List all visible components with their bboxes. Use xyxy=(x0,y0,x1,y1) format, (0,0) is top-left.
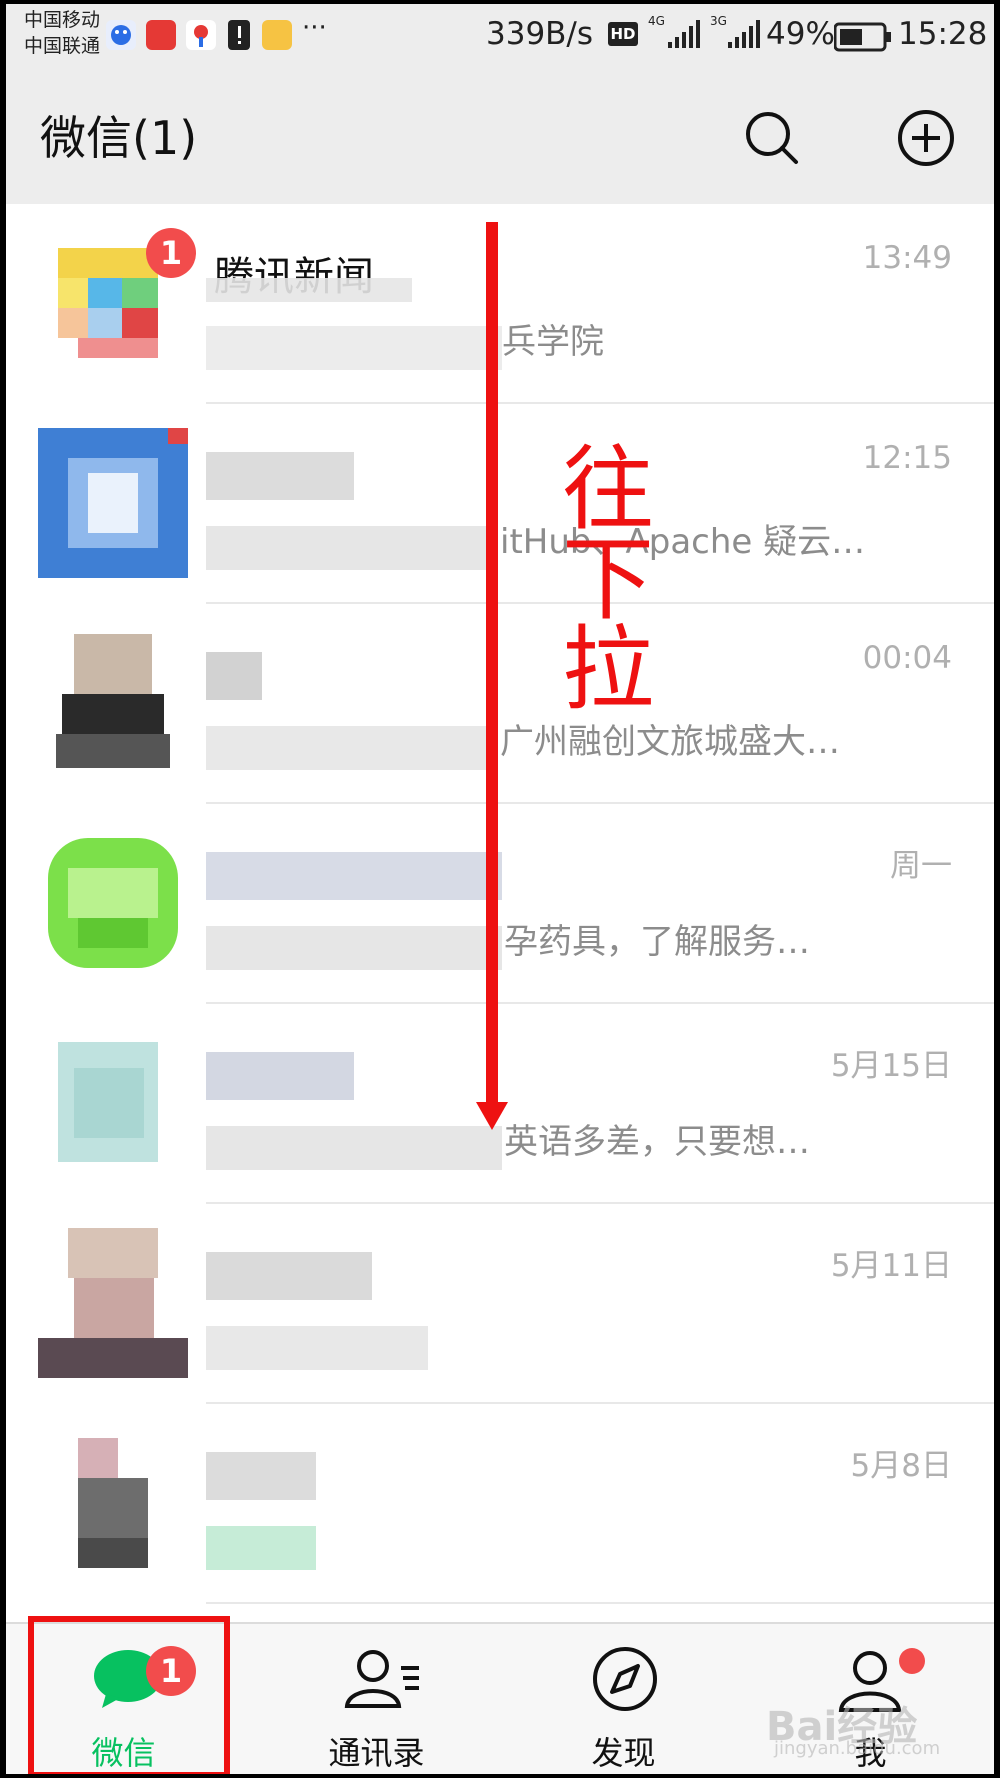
avatar xyxy=(38,628,188,778)
tab-label: 发现 xyxy=(591,1734,656,1772)
status-bar: 中国移动 中国联通 ··· 339B/s HD 4G 3G 49% 15:28 xyxy=(6,4,994,70)
highlight-box xyxy=(28,1616,230,1774)
tab-label: 通讯录 xyxy=(328,1734,425,1772)
name-redaction xyxy=(206,278,412,302)
battery-percent: 49% xyxy=(766,16,835,52)
chat-time: 5月15日 xyxy=(830,1048,952,1084)
arrow-head xyxy=(476,1102,508,1130)
name-redaction xyxy=(206,652,262,700)
name-redaction xyxy=(206,452,354,500)
signal-4g-icon xyxy=(666,20,702,54)
plus-circle-icon[interactable] xyxy=(896,108,956,168)
chat-preview: itHub、Apache 疑云… xyxy=(500,522,866,562)
annotation-char: 下 xyxy=(562,526,655,633)
map-pin-icon xyxy=(186,20,216,50)
chat-row[interactable]: 孕药具，了解服务… 周一 xyxy=(6,804,994,1004)
chat-preview: 孕药具，了解服务… xyxy=(504,922,810,962)
new-dot-indicator xyxy=(899,1648,925,1674)
avatar xyxy=(38,1228,188,1378)
app-notification-icon xyxy=(146,20,176,50)
signal-3g-icon xyxy=(726,20,762,54)
clock: 15:28 xyxy=(898,16,988,52)
unread-badge: 1 xyxy=(146,228,196,278)
chat-time: 5月11日 xyxy=(830,1248,952,1284)
chat-time: 周一 xyxy=(890,848,952,884)
compass-icon xyxy=(593,1647,657,1711)
message-redaction xyxy=(206,1126,502,1170)
name-redaction xyxy=(206,1052,354,1100)
chat-row[interactable]: 5月11日 xyxy=(6,1204,994,1404)
chat-time: 5月8日 xyxy=(850,1448,952,1484)
name-redaction xyxy=(206,1452,316,1500)
contacts-icon xyxy=(344,1650,419,1708)
search-icon[interactable] xyxy=(742,108,802,168)
pull-down-arrow xyxy=(486,222,498,1102)
chat-preview: 兵学院 xyxy=(502,322,604,362)
message-redaction xyxy=(206,1526,316,1570)
network-speed: 339B/s xyxy=(486,16,594,52)
app-header: 微信(1) xyxy=(6,70,994,204)
app-icon-yellow xyxy=(262,20,292,50)
chat-row[interactable]: 5月8日 xyxy=(6,1404,994,1604)
hd-badge: HD xyxy=(608,22,638,46)
name-redaction xyxy=(206,1252,372,1300)
tab-contacts[interactable]: 通讯录 xyxy=(253,1624,500,1774)
chat-time: 13:49 xyxy=(862,240,952,276)
tab-discover[interactable]: 发现 xyxy=(500,1624,747,1774)
chat-row[interactable]: 广州融创文旅城盛大… 00:04 xyxy=(6,604,994,804)
chat-time: 00:04 xyxy=(862,640,952,676)
alert-icon xyxy=(228,20,250,50)
chat-row[interactable]: 1 腾讯新闻 兵学院 13:49 xyxy=(6,204,994,404)
annotation-char: 拉 xyxy=(562,616,655,723)
avatar xyxy=(38,1028,188,1178)
message-redaction xyxy=(206,326,502,370)
message-redaction xyxy=(206,726,496,770)
chat-preview: 英语多差，只要想… xyxy=(504,1122,810,1162)
watermark-url: jingyan.baidu.com xyxy=(774,1738,941,1759)
message-redaction xyxy=(206,926,502,970)
carrier-1: 中国移动 xyxy=(24,9,101,31)
carrier-2: 中国联通 xyxy=(24,35,101,57)
baidu-app-icon xyxy=(106,20,136,50)
chat-row[interactable]: itHub、Apache 疑云… 12:15 xyxy=(6,404,994,604)
avatar xyxy=(38,428,188,578)
chat-preview: 广州融创文旅城盛大… xyxy=(500,722,840,762)
avatar xyxy=(38,1428,188,1578)
avatar xyxy=(38,828,188,978)
network-3g-label: 3G xyxy=(710,14,727,28)
chat-time: 12:15 xyxy=(862,440,952,476)
annotation-char: 往 xyxy=(562,436,655,543)
battery-icon xyxy=(833,22,892,56)
row-divider xyxy=(206,1602,994,1604)
more-notifications: ··· xyxy=(302,13,327,43)
message-redaction xyxy=(206,526,496,570)
network-4g-label: 4G xyxy=(648,14,665,28)
name-redaction xyxy=(206,852,502,900)
wechat-screen: 中国移动 中国联通 ··· 339B/s HD 4G 3G 49% 15:28 … xyxy=(6,4,994,1774)
page-title: 微信(1) xyxy=(40,111,198,165)
message-redaction xyxy=(206,1326,428,1370)
